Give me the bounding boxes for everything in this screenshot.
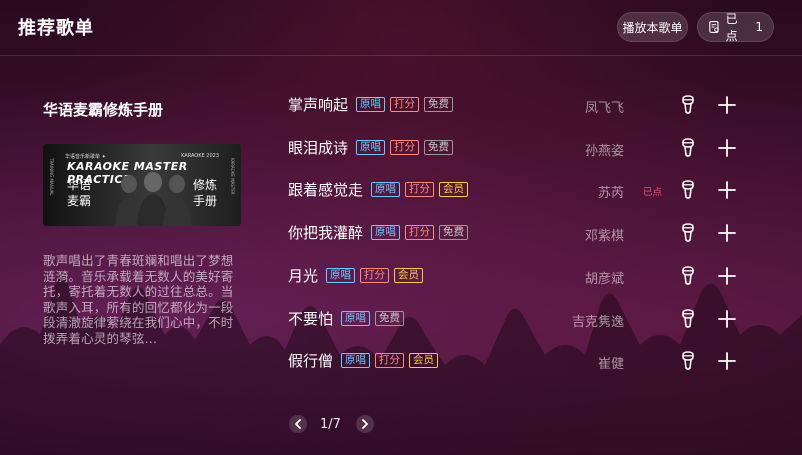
song-tag-vip: 会员 — [409, 353, 439, 369]
song-artist: 崔健 — [597, 357, 624, 373]
song-tag-free: 免费 — [424, 139, 454, 155]
song-tag-score: 打分 — [390, 97, 420, 112]
song-tag-orig: 原唱 — [356, 139, 386, 155]
song-artist: 苏芮 — [597, 186, 624, 202]
playlist-doc-icon — [709, 21, 719, 33]
chevron-right-icon — [362, 419, 368, 429]
plus-icon[interactable] — [717, 223, 737, 243]
song-artist: 胡彦斌 — [584, 271, 624, 287]
song-row[interactable]: 你把我灌醉 原唱 打分 免费 邓紫棋 — [288, 218, 748, 248]
plus-icon[interactable] — [717, 266, 737, 286]
song-row[interactable]: 掌声响起 原唱 打分 免费 凤飞飞 — [288, 90, 748, 120]
song-artist: 凤飞飞 — [584, 101, 624, 116]
microphone-icon[interactable] — [679, 308, 697, 329]
microphone-icon[interactable] — [679, 351, 697, 371]
queued-songs-button[interactable]: 已点 1 — [697, 12, 774, 43]
playlist-title: 华语麦霸修炼手册 — [43, 101, 164, 119]
cover-cn-left-line1: 华语 — [67, 178, 92, 192]
song-title-group: 眼泪成诗 原唱 打分 免费 — [288, 137, 458, 158]
song-title-group: 月光 原唱 打分 会员 — [288, 265, 428, 286]
song-tag-free: 免费 — [375, 310, 405, 326]
cover-side-left: TRAINING MANUAL — [49, 158, 54, 196]
song-row[interactable]: 不要怕 原唱 免费 吉克隽逸 — [288, 304, 748, 334]
plus-icon[interactable] — [717, 351, 737, 371]
song-tag-orig: 原唱 — [356, 97, 386, 112]
song-row[interactable]: 月光 原唱 打分 会员 胡彦斌 — [288, 261, 748, 291]
cover-cn-left-line2: 麦霸 — [67, 194, 92, 208]
cover-singers-photo — [115, 172, 191, 226]
plus-icon[interactable] — [717, 309, 737, 329]
microphone-icon[interactable] — [679, 137, 697, 158]
playlist-description: 歌声唱出了青春斑斓和唱出了梦想涟漪。音乐承载着无数人的美好寄托，寄托着无数人的过… — [43, 253, 234, 346]
song-tag-orig: 原唱 — [371, 182, 401, 198]
song-tag-free: 免费 — [439, 225, 469, 241]
song-tag-score: 打分 — [375, 353, 405, 369]
song-tag-orig: 原唱 — [371, 225, 401, 241]
song-title: 掌声响起 — [288, 96, 349, 114]
song-artist: 邓紫棋 — [584, 229, 624, 245]
song-tag-vip: 会员 — [439, 182, 469, 198]
queued-label: 已点 — [725, 12, 738, 43]
song-row[interactable]: 眼泪成诗 原唱 打分 免费 孙燕姿 — [288, 133, 748, 163]
previous-page-button[interactable] — [289, 415, 307, 433]
playlist-cover-image: 华语音乐新歌单 ✦ KARAOKE 2023 KARAOKE MASTER PR… — [43, 144, 241, 226]
microphone-icon[interactable] — [679, 95, 697, 115]
cover-cn-right: 修炼 手册 — [193, 177, 217, 209]
cover-subtitle-left: 华语音乐新歌单 ✦ — [65, 154, 106, 160]
song-queued-badge: 已点 — [643, 187, 663, 199]
song-title: 跟着感觉走 — [288, 181, 364, 200]
song-title-group: 假行僧 原唱 打分 会员 — [288, 350, 443, 371]
song-tag-score: 打分 — [405, 182, 435, 198]
cover-cn-right-line2: 手册 — [193, 194, 218, 208]
song-title: 月光 — [288, 266, 319, 285]
song-row[interactable]: 假行僧 原唱 打分 会员 崔健 — [288, 346, 748, 376]
song-title-group: 不要怕 原唱 免费 — [288, 308, 409, 329]
song-artist: 吉克隽逸 — [571, 314, 624, 330]
song-tag-orig: 原唱 — [341, 353, 371, 369]
header-bar: 推荐歌单 播放本歌单 已点 1 — [0, 0, 802, 56]
song-title: 假行僧 — [288, 352, 334, 371]
microphone-icon[interactable] — [679, 265, 697, 286]
chevron-left-icon — [295, 419, 301, 429]
song-tag-free: 免费 — [424, 97, 454, 112]
song-title-group: 你把我灌醉 原唱 打分 免费 — [288, 222, 473, 243]
song-tag-score: 打分 — [405, 225, 435, 241]
play-playlist-button[interactable]: 播放本歌单 — [617, 12, 688, 42]
queued-count: 1 — [755, 20, 763, 34]
song-title-group: 跟着感觉走 原唱 打分 会员 — [288, 179, 473, 200]
song-title: 你把我灌醉 — [288, 224, 364, 243]
song-title-group: 掌声响起 原唱 打分 免费 — [288, 94, 458, 115]
page-indicator: 1/7 — [320, 417, 341, 432]
song-artist: 孙燕姿 — [584, 143, 624, 159]
next-page-button[interactable] — [356, 415, 374, 433]
song-tag-orig: 原唱 — [341, 310, 371, 326]
cover-subtitle-right: KARAOKE 2023 — [181, 153, 219, 159]
cover-side-right: KARAOKE MASTER — [230, 158, 235, 195]
microphone-icon[interactable] — [679, 223, 697, 243]
microphone-icon[interactable] — [679, 180, 697, 200]
song-title: 眼泪成诗 — [288, 138, 349, 157]
song-tag-vip: 会员 — [394, 267, 424, 283]
song-title: 不要怕 — [288, 309, 334, 328]
plus-icon[interactable] — [717, 180, 737, 200]
song-tag-orig: 原唱 — [326, 267, 356, 283]
plus-icon[interactable] — [717, 95, 737, 115]
song-row[interactable]: 跟着感觉走 原唱 打分 会员 苏芮 已点 — [288, 175, 748, 205]
song-tag-score: 打分 — [390, 139, 420, 155]
cover-cn-right-line1: 修炼 — [193, 178, 218, 192]
cover-cn-left: 华语 麦霸 — [67, 177, 91, 209]
song-tag-score: 打分 — [360, 267, 390, 283]
page-title: 推荐歌单 — [18, 18, 94, 39]
plus-icon[interactable] — [717, 138, 737, 158]
